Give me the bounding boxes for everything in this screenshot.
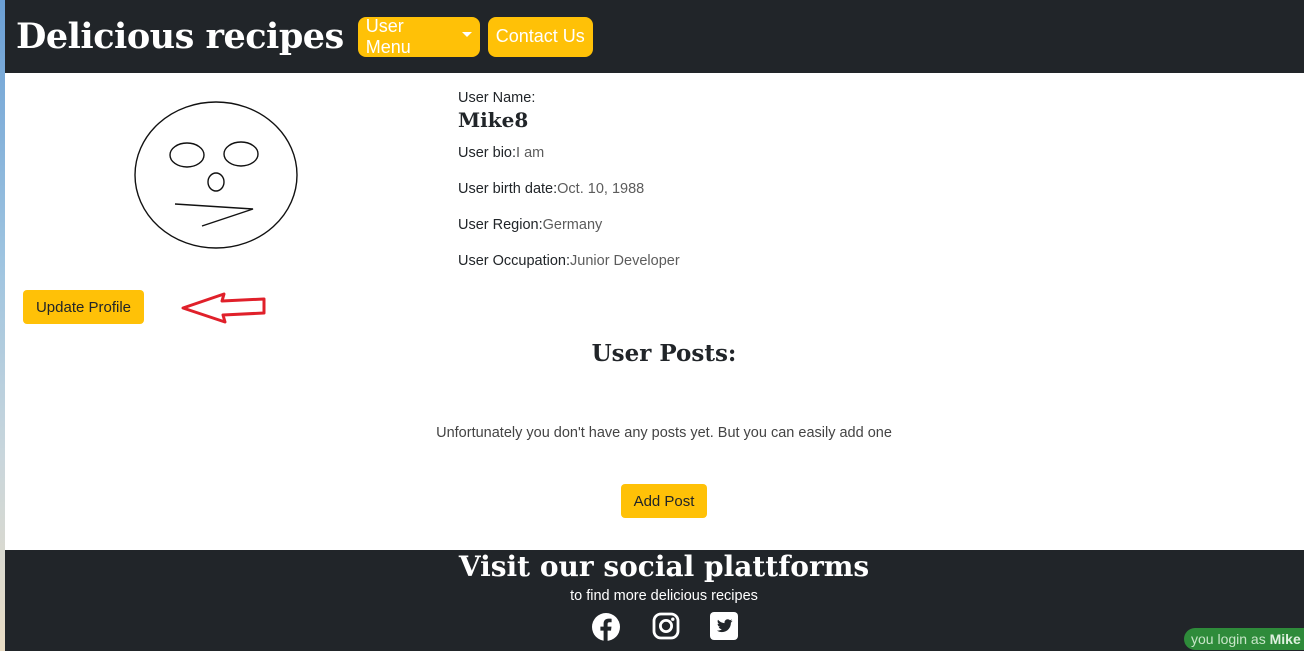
user-posts-heading: User Posts: <box>591 340 737 367</box>
username: Mike8 <box>458 108 529 132</box>
region-value: Germany <box>542 217 603 233</box>
birth-date-label: User birth date: <box>458 181 558 197</box>
caret-down-icon <box>461 32 472 37</box>
birth-date-value: Oct. 10, 1988 <box>557 181 645 197</box>
footer: Visit our social plattforms to find more… <box>5 550 1304 651</box>
occupation-value: Junior Developer <box>570 253 680 269</box>
contact-us-label: Contact Us <box>495 26 585 46</box>
user-menu-dropdown[interactable]: User Menu <box>357 15 480 57</box>
add-post-button[interactable]: Add Post <box>621 484 707 518</box>
bio-label: User bio: <box>458 145 517 161</box>
contact-us-button[interactable]: Contact Us <box>487 16 593 57</box>
occupation-label: User Occupation: <box>458 253 571 269</box>
region-row: User Region:Germany <box>458 217 602 233</box>
login-status-prefix: you login as <box>1191 631 1270 647</box>
add-post-label: Add Post <box>633 492 695 510</box>
footer-subtitle: to find more delicious recipes <box>570 588 758 604</box>
update-profile-label: Update Profile <box>35 298 132 316</box>
footer-title: Visit our social plattforms <box>458 550 870 583</box>
instagram-icon[interactable] <box>652 612 680 640</box>
no-posts-message: Unfortunately you don't have any posts y… <box>436 425 892 441</box>
update-profile-button[interactable]: Update Profile <box>23 290 144 324</box>
birth-date-row: User birth date:Oct. 10, 1988 <box>458 181 644 197</box>
twitter-icon[interactable] <box>710 612 738 640</box>
facebook-icon[interactable] <box>591 612 621 642</box>
region-label: User Region: <box>458 217 543 233</box>
occupation-row: User Occupation:Junior Developer <box>458 253 680 269</box>
username-label: User Name: <box>458 90 536 106</box>
profile-avatar <box>134 101 298 249</box>
bio-value: I am <box>516 145 545 161</box>
bio-row: User bio:I am <box>458 145 544 161</box>
login-status-user: Mike <box>1269 631 1301 647</box>
red-arrow-annotation-icon <box>181 292 266 324</box>
top-navbar: Delicious recipes User Menu Contact Us <box>5 0 1304 73</box>
user-menu-label: User Menu <box>365 15 411 57</box>
brand-title[interactable]: Delicious recipes <box>16 16 344 57</box>
login-status-badge: you login as Mike <box>1184 628 1304 650</box>
